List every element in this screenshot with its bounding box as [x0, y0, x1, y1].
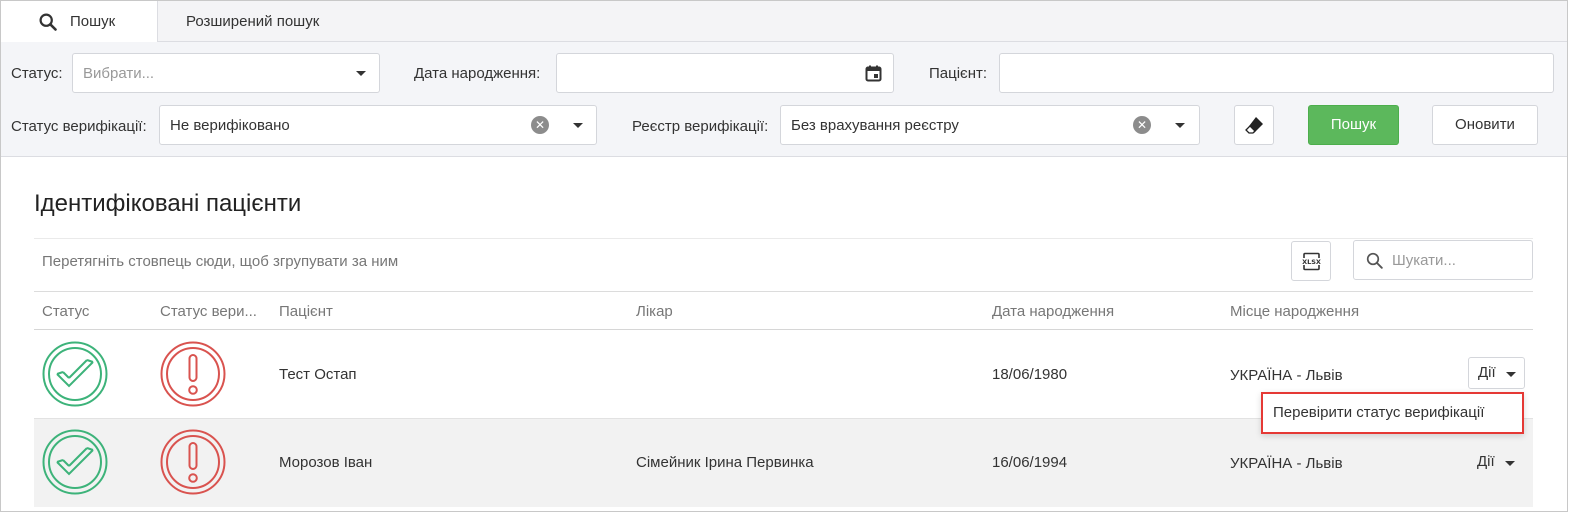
search-button[interactable]: Пошук — [1308, 105, 1399, 145]
column-header-doctor[interactable]: Лікар — [636, 303, 673, 320]
eraser-icon — [1245, 117, 1263, 134]
column-header-birthdate[interactable]: Дата народження — [992, 303, 1114, 320]
chevron-down-icon — [1175, 123, 1185, 128]
app-frame: Пошук Розширений пошук Статус: Вибрати..… — [0, 0, 1568, 512]
birthdate-label: Дата народження: — [414, 65, 541, 82]
search-icon — [1366, 252, 1383, 269]
birthdate-field[interactable] — [556, 53, 894, 93]
column-header-patient[interactable]: Пацієнт — [279, 303, 333, 320]
page-title: Ідентифіковані пацієнти — [34, 190, 302, 217]
verification-registry-label: Реєстр верифікації: — [632, 118, 769, 135]
tab-advanced-search[interactable]: Розширений пошук — [186, 1, 319, 42]
chevron-down-icon — [1506, 372, 1516, 377]
svg-text:XLSX: XLSX — [1302, 258, 1321, 266]
warning-circle-icon — [160, 341, 226, 407]
actions-label: Дії — [1478, 364, 1496, 381]
status-placeholder: Вибрати... — [83, 65, 155, 82]
calendar-icon[interactable] — [865, 65, 882, 82]
doctor-name: Сімейник Ірина Первинка — [636, 454, 814, 471]
export-excel-button[interactable]: XLSX — [1291, 241, 1331, 281]
verification-status-select[interactable]: Не верифіковано ✕ — [159, 105, 597, 145]
clear-filters-button[interactable] — [1234, 105, 1274, 145]
grid-search-placeholder: Шукати... — [1392, 252, 1456, 269]
tab-bar: Пошук Розширений пошук — [1, 1, 1567, 43]
patient-field[interactable] — [999, 53, 1554, 93]
verification-registry-value: Без врахування реєстру — [791, 117, 959, 134]
status-select[interactable]: Вибрати... — [72, 53, 380, 93]
column-header-status[interactable]: Статус — [42, 303, 89, 320]
column-header-birthplace[interactable]: Місце народження — [1230, 303, 1359, 320]
clear-icon[interactable]: ✕ — [1133, 116, 1151, 134]
clear-icon[interactable]: ✕ — [531, 116, 549, 134]
patient-name: Тест Остап — [279, 366, 357, 383]
check-circle-icon — [42, 429, 108, 495]
birthdate: 16/06/1994 — [992, 454, 1068, 471]
group-panel: Перетягніть стовпець сюди, щоб згрупуват… — [34, 238, 1533, 292]
warning-circle-icon — [160, 429, 226, 495]
birthplace: УКРАЇНА - Львів — [1230, 367, 1343, 384]
actions-label: Дії — [1477, 453, 1495, 470]
actions-button[interactable]: Дії — [1468, 357, 1525, 389]
status-label: Статус: — [11, 65, 63, 82]
verification-status-value: Не верифіковано — [170, 117, 290, 134]
excel-icon: XLSX — [1302, 252, 1321, 271]
verification-registry-select[interactable]: Без врахування реєстру ✕ — [780, 105, 1200, 145]
column-header-verification-status[interactable]: Статус вери... — [160, 303, 257, 320]
chevron-down-icon — [573, 123, 583, 128]
chevron-down-icon — [1505, 461, 1515, 466]
menu-item-check-verification-status[interactable]: Перевірити статус верифікації — [1273, 404, 1484, 421]
group-hint: Перетягніть стовпець сюди, щоб згрупуват… — [42, 253, 399, 270]
chevron-down-icon — [356, 71, 366, 76]
verification-status-label: Статус верифікації: — [11, 118, 147, 135]
actions-dropdown-menu: Перевірити статус верифікації — [1261, 392, 1524, 434]
tab-search-label: Пошук — [70, 13, 116, 30]
actions-button[interactable]: Дії — [1468, 447, 1528, 479]
patient-name: Морозов Іван — [279, 454, 373, 471]
grid-search-input[interactable]: Шукати... — [1353, 240, 1533, 280]
refresh-button[interactable]: Оновити — [1432, 105, 1538, 145]
birthdate: 18/06/1980 — [992, 366, 1068, 383]
check-circle-icon — [42, 341, 108, 407]
filter-panel: Статус: Вибрати... Дата народження: Паці… — [1, 42, 1567, 157]
tab-search[interactable]: Пошук — [1, 1, 158, 43]
search-icon — [39, 13, 57, 31]
patient-label: Пацієнт: — [929, 65, 988, 82]
birthplace: УКРАЇНА - Львів — [1230, 455, 1343, 472]
grid-header: Статус Статус вери... Пацієнт Лікар Дата… — [34, 292, 1533, 330]
